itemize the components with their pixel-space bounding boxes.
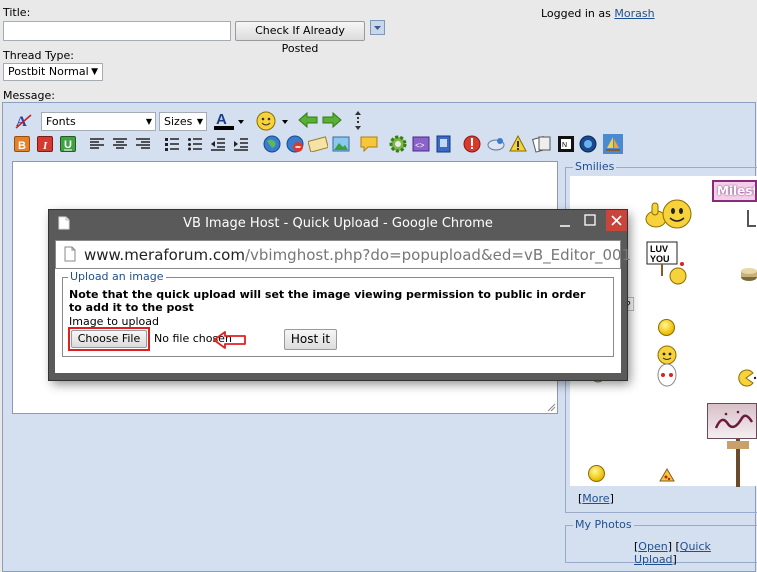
size-select-value: Sizes: [164, 115, 193, 128]
files-icon[interactable]: [532, 135, 552, 156]
chevron-down-icon: ▼: [145, 117, 152, 126]
remove-format-icon[interactable]: A: [15, 112, 33, 133]
ordered-list-icon[interactable]: [164, 137, 180, 154]
remove-link-icon[interactable]: [286, 135, 304, 156]
svg-text:B: B: [18, 140, 26, 151]
upload-note: Note that the quick upload will set the …: [69, 288, 586, 314]
underline-icon[interactable]: U: [60, 136, 76, 152]
alert-icon[interactable]: [463, 135, 481, 156]
partial-smiley[interactable]: [745, 206, 757, 230]
quote-icon[interactable]: [359, 135, 379, 156]
open-photos-link[interactable]: Open: [638, 540, 667, 553]
insert-link-icon[interactable]: [263, 135, 281, 156]
note-icon[interactable]: N: [557, 135, 575, 156]
chevron-down-icon: ▼: [91, 67, 98, 77]
logged-in-status: Logged in as Morash: [541, 7, 655, 20]
svg-text:<>: <>: [415, 142, 425, 151]
signpost-smiley[interactable]: [727, 439, 749, 487]
svg-text:A: A: [16, 114, 27, 130]
svg-text:LUV: LUV: [650, 244, 668, 254]
align-left-icon[interactable]: [89, 137, 105, 154]
more-smilies-link[interactable]: More: [582, 492, 609, 505]
upload-legend: Upload an image: [68, 270, 166, 283]
milestone-smiley[interactable]: Milest: [712, 180, 757, 202]
outdent-icon[interactable]: [210, 137, 226, 154]
red-arrow-icon: [213, 331, 246, 349]
close-button[interactable]: [606, 210, 627, 231]
svg-text:A: A: [216, 111, 227, 128]
sailboat-icon[interactable]: [603, 134, 623, 157]
message-label: Message:: [3, 89, 55, 102]
milestone-text: Milest: [717, 184, 757, 198]
cloud-icon[interactable]: [486, 135, 506, 156]
warning-icon[interactable]: [509, 134, 527, 156]
cake-smiley[interactable]: [740, 264, 757, 285]
address-bar[interactable]: www.meraforum.com/vbimghost.php?do=popup…: [55, 240, 631, 269]
align-center-icon[interactable]: [112, 137, 128, 154]
smile-smiley[interactable]: [658, 319, 675, 336]
media-icon[interactable]: [579, 135, 597, 156]
baby-smiley[interactable]: [654, 345, 680, 390]
logged-in-prefix: Logged in as: [541, 7, 611, 20]
my-photos-links: [Open] [Quick Upload]: [634, 540, 711, 566]
page-icon: [64, 246, 76, 262]
worried-smiley[interactable]: [588, 465, 605, 482]
minimize-icon: [560, 225, 570, 227]
svg-text:N: N: [562, 142, 567, 149]
thread-type-value: Postbit Normal: [8, 65, 89, 78]
choose-file-button[interactable]: Choose File: [71, 330, 147, 348]
close-icon: [611, 215, 622, 226]
indent-icon[interactable]: [233, 137, 249, 154]
luv-you-smiley[interactable]: LUV YOU: [645, 240, 690, 288]
popup-window: VB Image Host - Quick Upload - Google Ch…: [49, 210, 631, 380]
italic-icon[interactable]: I: [37, 136, 53, 152]
smilies-menu-icon[interactable]: [256, 110, 292, 135]
bold-icon[interactable]: B: [14, 136, 30, 152]
chevron-down-icon: [374, 26, 381, 30]
email-link-icon[interactable]: [307, 136, 329, 155]
svg-text:I: I: [42, 140, 48, 151]
smilies-legend: Smilies: [573, 160, 617, 173]
chevron-down-icon: ▼: [196, 117, 203, 126]
thumbs-up-smiley[interactable]: [643, 197, 693, 236]
svg-text:U: U: [64, 139, 72, 151]
url-text: www.meraforum.com/vbimghost.php?do=popup…: [84, 246, 631, 264]
redo-icon[interactable]: [322, 111, 342, 131]
unordered-list-icon[interactable]: [187, 137, 203, 154]
popup-title: VB Image Host - Quick Upload - Google Ch…: [183, 216, 493, 231]
undo-icon[interactable]: [298, 111, 318, 131]
smilies-more: [More]: [578, 492, 614, 505]
dropdown-toggle[interactable]: [370, 20, 385, 35]
maximize-icon: [584, 214, 596, 226]
minimize-button[interactable]: [559, 218, 571, 231]
align-right-icon[interactable]: [135, 137, 151, 154]
maximize-button[interactable]: [584, 214, 596, 229]
pacman-smiley[interactable]: [737, 369, 757, 390]
url-domain: www.meraforum.com: [84, 246, 245, 264]
resize-editor-icon[interactable]: [353, 110, 363, 135]
insert-image-icon[interactable]: [332, 136, 350, 155]
size-select[interactable]: Sizes ▼: [159, 112, 207, 131]
my-photos-legend: My Photos: [573, 518, 634, 531]
font-select[interactable]: Fonts ▼: [41, 112, 156, 131]
pizza-smiley[interactable]: [659, 468, 675, 485]
font-color-icon[interactable]: A: [212, 110, 246, 135]
svg-text:YOU: YOU: [650, 254, 670, 264]
resize-grip-icon[interactable]: [546, 402, 556, 412]
thread-type-select[interactable]: Postbit Normal ▼: [3, 63, 103, 81]
code-icon[interactable]: <>: [412, 135, 430, 156]
settings-gear-icon[interactable]: [389, 135, 407, 156]
check-posted-button[interactable]: Check If Already Posted: [235, 21, 365, 55]
url-path: /vbimghost.php?do=popupload&ed=vB_Editor…: [244, 246, 632, 264]
thread-type-label: Thread Type:: [3, 49, 74, 62]
popup-content: Upload an image Note that the quick uplo…: [55, 269, 621, 373]
host-it-button[interactable]: Host it: [284, 329, 337, 350]
urdu-banner-smiley[interactable]: [707, 403, 757, 439]
font-select-value: Fonts: [46, 115, 76, 128]
username-link[interactable]: Morash: [614, 7, 654, 20]
php-code-icon[interactable]: [435, 135, 453, 156]
title-label: Title:: [3, 6, 31, 19]
title-input[interactable]: [3, 21, 231, 41]
